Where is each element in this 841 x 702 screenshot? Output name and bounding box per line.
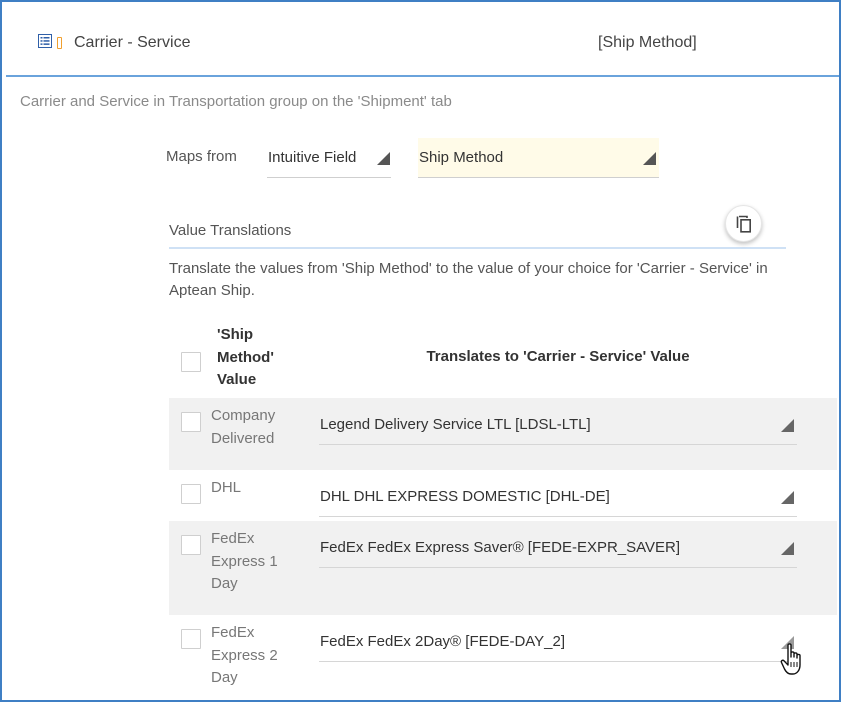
- dropdown-triangle-icon: [781, 491, 794, 504]
- target-select[interactable]: FedEx FedEx Express Saver® [FEDE-EXPR_SA…: [319, 521, 797, 568]
- dropdown-triangle-icon: [781, 542, 794, 555]
- table-row: DHL DHL DHL EXPRESS DOMESTIC [DHL-DE]: [169, 470, 837, 521]
- marker-icon: [57, 37, 62, 49]
- hand-cursor-icon: [780, 643, 801, 675]
- target-select[interactable]: DHL DHL EXPRESS DOMESTIC [DHL-DE]: [319, 470, 797, 517]
- source-field-select[interactable]: Ship Method: [418, 138, 659, 178]
- copy-button[interactable]: [725, 205, 762, 242]
- select-all-checkbox[interactable]: [181, 352, 201, 372]
- source-value: FedEx Express 2 Day: [211, 624, 278, 686]
- row-checkbox[interactable]: [181, 484, 201, 504]
- table-row: FedEx Express 2 Day FedEx FedEx 2Day® [F…: [169, 615, 837, 701]
- target-select[interactable]: FedEx FedEx 2Day® [FEDE-DAY_2]: [319, 615, 797, 662]
- dropdown-triangle-icon: [377, 152, 390, 165]
- target-value: DHL DHL EXPRESS DOMESTIC [DHL-DE]: [320, 488, 610, 505]
- source-type-select[interactable]: Intuitive Field: [267, 138, 391, 178]
- panel-header: Carrier - Service [Ship Method]: [6, 4, 839, 77]
- row-checkbox[interactable]: [181, 412, 201, 432]
- source-field-value: Ship Method: [419, 149, 504, 166]
- copy-icon: [736, 215, 751, 233]
- source-type-value: Intuitive Field: [268, 149, 357, 166]
- source-value: Company Delivered: [211, 407, 276, 447]
- field-title: Carrier - Service: [74, 34, 191, 51]
- source-value: FedEx Express 1 Day: [211, 530, 278, 592]
- section-divider: [169, 247, 786, 249]
- target-value: FedEx FedEx Express Saver® [FEDE-EXPR_SA…: [320, 539, 681, 556]
- column-header-source: 'Ship Method' Value: [217, 326, 274, 388]
- row-checkbox[interactable]: [181, 535, 201, 555]
- table-row: Company Delivered Legend Delivery Servic…: [169, 398, 837, 470]
- table-row: FedEx Express 1 Day FedEx FedEx Express …: [169, 521, 837, 615]
- source-value: DHL: [211, 479, 242, 496]
- target-value: Legend Delivery Service LTL [LDSL-LTL]: [320, 416, 591, 433]
- maps-from-label: Maps from: [166, 148, 237, 165]
- target-value: FedEx FedEx 2Day® [FEDE-DAY_2]: [320, 633, 566, 650]
- mapped-field-label: [Ship Method]: [598, 34, 697, 51]
- mapping-panel: Carrier - Service [Ship Method] Carrier …: [0, 0, 841, 702]
- list-icon[interactable]: [38, 34, 52, 48]
- value-translations-title: Value Translations: [169, 222, 292, 239]
- row-checkbox[interactable]: [181, 629, 201, 649]
- target-select[interactable]: Legend Delivery Service LTL [LDSL-LTL]: [319, 398, 797, 445]
- column-header-target: Translates to 'Carrier - Service' Value: [426, 348, 690, 365]
- field-location-description: Carrier and Service in Transportation gr…: [20, 93, 452, 110]
- dropdown-triangle-icon: [643, 152, 656, 165]
- dropdown-triangle-icon: [781, 419, 794, 432]
- value-translations-description: Translate the values from 'Ship Method' …: [169, 260, 768, 299]
